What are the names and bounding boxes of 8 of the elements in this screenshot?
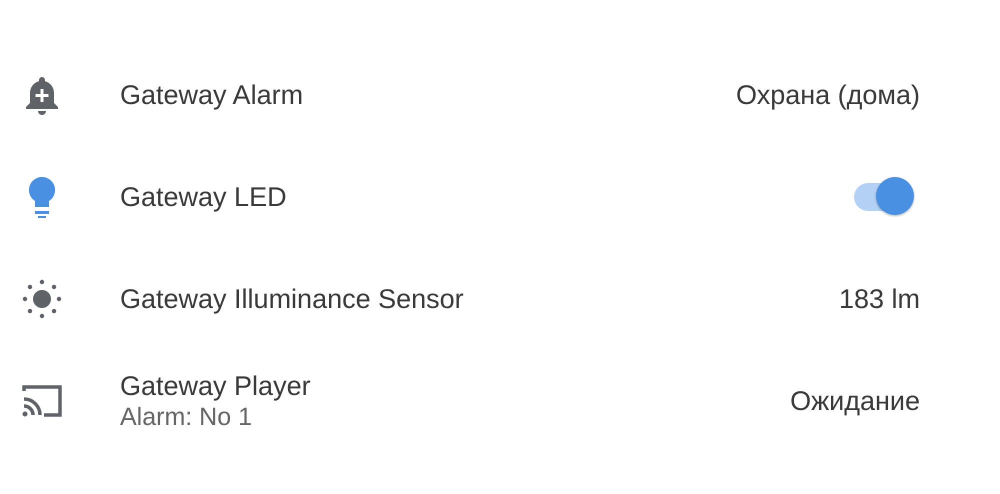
secondary-info: Alarm: No 1 [120,402,253,432]
entity-name[interactable]: Gateway Alarm [120,78,736,112]
state-value: Ожидание [790,384,920,418]
entity-name[interactable]: Gateway Illuminance Sensor [120,282,839,316]
state-value: 183 lm [838,282,920,316]
entity-name[interactable]: Gateway LED [120,180,852,214]
state-value: Охрана (дома) [736,78,920,112]
entity-name[interactable]: Gateway Player [120,370,790,402]
